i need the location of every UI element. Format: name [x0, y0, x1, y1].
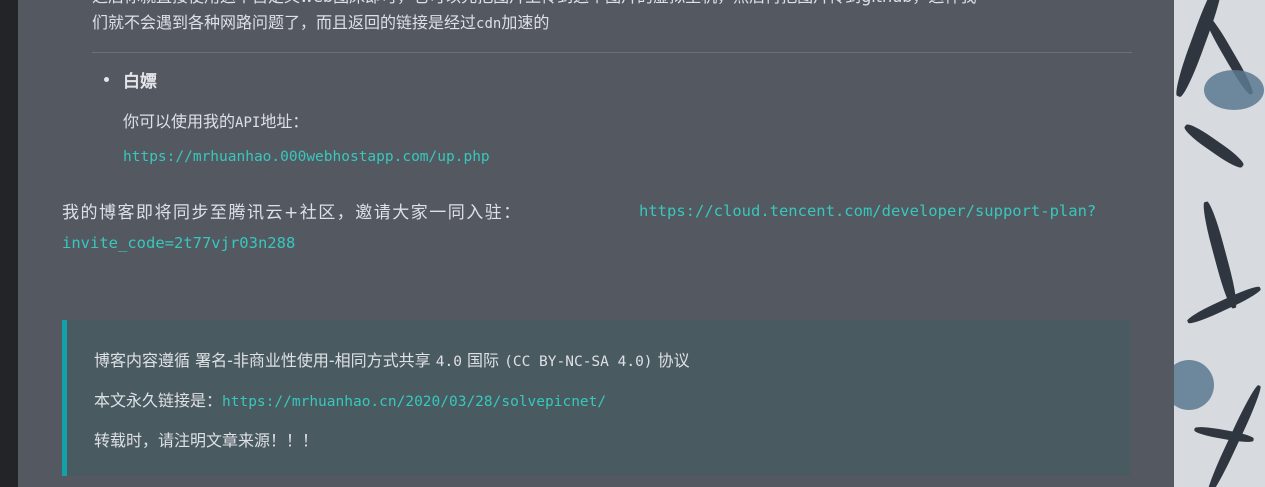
repost-notice: 转载时，请注明文章来源！！！: [94, 431, 319, 450]
license-blockquote: 博客内容遵循 署名-非商业性使用-相同方式共享 4.0 国际 (CC BY-NC…: [62, 320, 1130, 476]
permalink[interactable]: https://mrhuanhao.cn/2020/03/28/solvepic…: [222, 394, 606, 410]
article-panel: 之后你就直接使用这个自定义web图床即可，它可以先把图片上传到这个图片的虚拟主机…: [18, 0, 1174, 487]
invite-link-continued[interactable]: invite_code=2t77vjr03n288: [62, 234, 295, 252]
paragraph-line-2: 们就不会遇到各种网路问题了，而且返回的链接是经过cdn加速的: [92, 13, 550, 32]
license-line: 博客内容遵循 署名-非商业性使用-相同方式共享 4.0 国际 (CC BY-NC…: [94, 351, 690, 370]
list-item-desc: 你可以使用我的API地址：: [123, 112, 309, 131]
list-item-title: 白嫖: [123, 72, 157, 92]
article-paragraph-cut: 之后你就直接使用这个自定义web图床即可，它可以先把图片上传到这个图片的虚拟主机…: [92, 0, 1152, 37]
api-link[interactable]: https://mrhuanhao.000webhostapp.com/up.p…: [123, 149, 490, 165]
bullet-dot: [104, 77, 109, 82]
invite-text: 我的博客即将同步至腾讯云+社区，邀请大家一同入驻：: [62, 203, 522, 223]
invite-link[interactable]: https://cloud.tencent.com/developer/supp…: [639, 202, 1096, 220]
paragraph-line-1: 之后你就直接使用这个自定义web图床即可，它可以先把图片上传到这个图片的虚拟主机…: [92, 0, 1152, 10]
permalink-line: 本文永久链接是：https://mrhuanhao.cn/2020/03/28/…: [94, 391, 607, 410]
left-gutter: [0, 0, 18, 487]
background-illustration: [1174, 0, 1265, 487]
divider: [92, 52, 1132, 53]
